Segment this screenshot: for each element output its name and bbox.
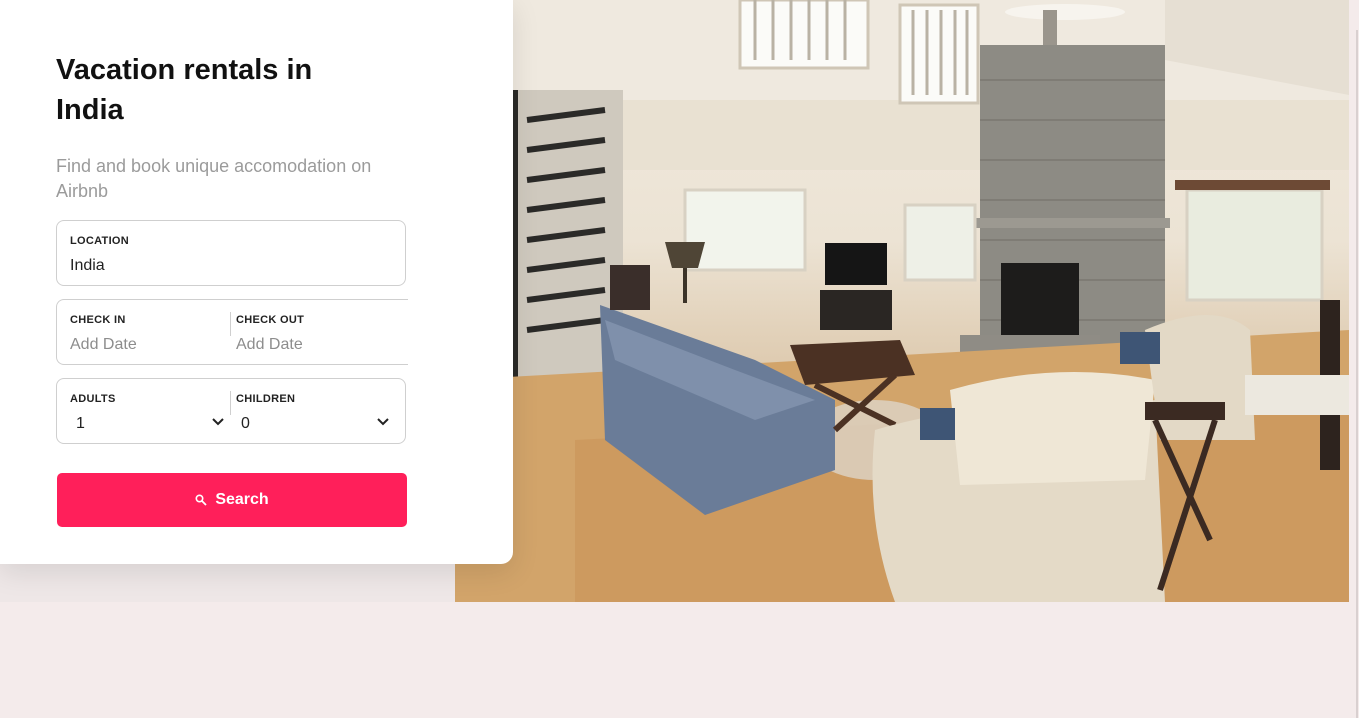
adults-select[interactable]: 1	[76, 415, 85, 433]
location-label: LOCATION	[70, 235, 130, 247]
check-out-input[interactable]: Add Date	[236, 336, 303, 354]
adults-chevron-down-icon[interactable]	[211, 415, 225, 429]
children-chevron-down-icon[interactable]	[376, 415, 390, 429]
page-background-strip	[0, 560, 455, 602]
page-title: Vacation rentals in India	[56, 54, 313, 126]
location-field[interactable]: LOCATION India	[56, 220, 406, 286]
check-in-input[interactable]: Add Date	[70, 336, 137, 354]
search-card: Vacation rentals in India Find and book …	[0, 0, 513, 564]
dates-divider	[230, 312, 231, 336]
living-room-photo	[455, 0, 1349, 602]
search-icon	[195, 494, 207, 506]
adults-label: ADULTS	[70, 393, 116, 405]
page: Vacation rentals in India Find and book …	[0, 0, 1359, 718]
scrollbar-thumb[interactable]	[1356, 30, 1358, 718]
page-subtitle: Find and book unique accomodation on Air…	[56, 156, 372, 201]
living-room-illustration	[455, 0, 1349, 602]
search-button[interactable]: Search	[57, 473, 407, 527]
guests-divider	[230, 391, 231, 415]
dates-field: CHECK IN Add Date CHECK OUT Add Date	[56, 299, 408, 365]
location-input[interactable]: India	[70, 257, 105, 275]
check-out-label: CHECK OUT	[236, 314, 305, 326]
children-label: CHILDREN	[236, 393, 296, 405]
check-in-label: CHECK IN	[70, 314, 126, 326]
children-select[interactable]: 0	[241, 415, 250, 433]
search-button-label: Search	[215, 491, 269, 508]
guests-field: ADULTS 1 CHILDREN 0	[56, 378, 406, 444]
